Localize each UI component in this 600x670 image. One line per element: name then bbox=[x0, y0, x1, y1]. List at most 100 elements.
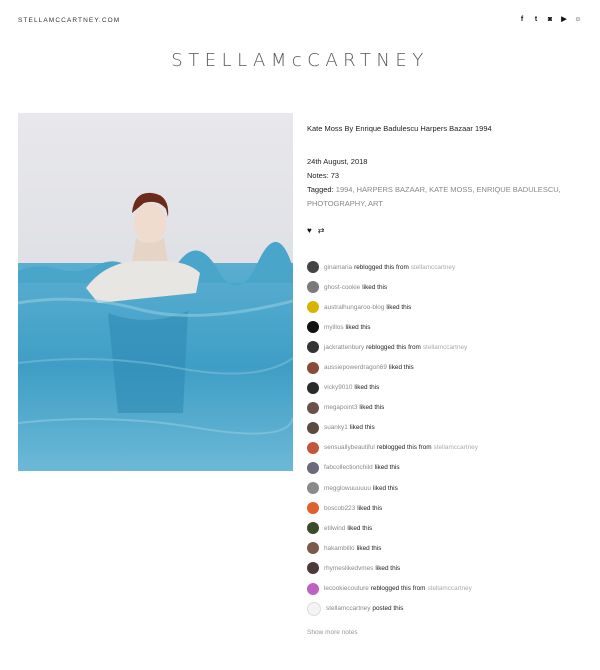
note-username[interactable]: aussiepowerdragon69 bbox=[324, 364, 387, 371]
avatar[interactable] bbox=[307, 582, 319, 595]
note-action: liked this bbox=[374, 464, 400, 472]
note-username[interactable]: ghost-cookie bbox=[324, 284, 360, 291]
note-item: aussiepowerdragon69 liked this bbox=[307, 357, 587, 377]
post-info: Kate Moss By Enrique Badulescu Harpers B… bbox=[307, 124, 587, 636]
note-username[interactable]: fabcollectionchild bbox=[324, 464, 373, 471]
note-username[interactable]: lecookiecouture bbox=[324, 585, 369, 592]
note-username[interactable]: stellamccartney bbox=[326, 605, 370, 612]
note-item: sensuallybeautiful reblogged this from ste… bbox=[307, 438, 587, 458]
note-username[interactable]: ginamaria bbox=[324, 264, 352, 271]
note-username[interactable]: suanky1 bbox=[324, 424, 348, 431]
note-username[interactable]: rhymeslikedvmes bbox=[324, 565, 373, 572]
note-action: liked this bbox=[362, 283, 388, 291]
avatar[interactable] bbox=[307, 281, 319, 294]
note-source[interactable]: stellamccartney bbox=[427, 585, 471, 592]
note-item: ghost-cookie liked this bbox=[307, 277, 587, 297]
note-item: vicky9010 liked this bbox=[307, 378, 587, 398]
note-action: liked this bbox=[347, 524, 373, 532]
youtube-icon[interactable]: ▶ bbox=[560, 15, 568, 23]
avatar[interactable] bbox=[307, 421, 319, 434]
avatar[interactable] bbox=[307, 482, 319, 495]
avatar[interactable] bbox=[307, 261, 319, 274]
note-action: liked this bbox=[359, 404, 385, 412]
reblog-icon[interactable]: ⇄ bbox=[318, 226, 325, 235]
note-action: liked this bbox=[345, 323, 371, 331]
tag-link[interactable]: KATE MOSS bbox=[429, 185, 472, 194]
note-username[interactable]: megglowuuuuuu bbox=[324, 485, 371, 492]
avatar[interactable] bbox=[307, 301, 319, 314]
avatar[interactable] bbox=[307, 361, 319, 374]
heart-icon[interactable]: ♥ bbox=[307, 226, 312, 235]
avatar[interactable] bbox=[307, 502, 319, 515]
avatar[interactable] bbox=[307, 601, 321, 616]
note-item: lecookiecouture reblogged this from stella… bbox=[307, 579, 587, 599]
social-links: f t ◙ ▶ ☺ bbox=[518, 15, 582, 24]
note-item: myillos liked this bbox=[307, 317, 587, 337]
note-item: australhungaroo-blog liked this bbox=[307, 297, 587, 317]
note-action: liked this bbox=[354, 384, 380, 392]
instagram-icon[interactable]: ◙ bbox=[546, 15, 554, 23]
note-item: megglowuuuuuu liked this bbox=[307, 478, 587, 498]
note-action: liked this bbox=[372, 484, 398, 492]
note-username[interactable]: myillos bbox=[324, 324, 344, 331]
note-username[interactable]: australhungaroo-blog bbox=[324, 304, 384, 311]
avatar[interactable] bbox=[307, 562, 319, 575]
note-username[interactable]: vicky9010 bbox=[324, 384, 352, 391]
note-action: reblogged this from bbox=[366, 343, 421, 351]
note-action: liked this bbox=[375, 564, 401, 572]
note-item: rhymeslikedvmes liked this bbox=[307, 558, 587, 578]
post-date: 24th August, 2018 bbox=[307, 157, 368, 166]
note-item: stellamccartney posted this bbox=[307, 599, 587, 619]
note-action: reblogged this from bbox=[376, 444, 432, 452]
snapchat-icon[interactable]: ☺ bbox=[574, 15, 582, 23]
note-action: reblogged this from bbox=[354, 263, 409, 271]
tag-link[interactable]: PHOTOGRAPHY bbox=[307, 199, 364, 208]
note-username[interactable]: etilwind bbox=[324, 525, 345, 532]
note-action: liked this bbox=[356, 544, 382, 552]
show-more-notes-button[interactable]: Show more notes bbox=[307, 629, 587, 636]
note-action: posted this bbox=[372, 605, 404, 613]
twitter-icon[interactable]: t bbox=[532, 15, 540, 23]
note-item: etilwind liked this bbox=[307, 518, 587, 538]
tag-list: Tagged: 1994, HARPERS BAZAAR, KATE MOSS,… bbox=[307, 185, 561, 208]
avatar[interactable] bbox=[307, 401, 319, 414]
avatar[interactable] bbox=[307, 341, 319, 354]
avatar[interactable] bbox=[307, 381, 319, 394]
tagged-label: Tagged: bbox=[307, 185, 336, 194]
post-photo bbox=[18, 113, 293, 471]
note-item: jackrattenbury reblogged this from stellam… bbox=[307, 337, 587, 357]
note-item: hakambillo liked this bbox=[307, 538, 587, 558]
note-item: suanky1 liked this bbox=[307, 418, 587, 438]
tag-link[interactable]: ENRIQUE BADULESCU bbox=[477, 185, 559, 194]
brand-logo[interactable]: STELLAMcCARTNEY bbox=[0, 50, 600, 71]
notes-count: Notes: 73 bbox=[307, 171, 340, 180]
note-username[interactable]: jackrattenbury bbox=[324, 344, 364, 351]
note-action: liked this bbox=[388, 364, 414, 372]
tag-link[interactable]: HARPERS BAZAAR bbox=[357, 185, 425, 194]
avatar[interactable] bbox=[307, 321, 319, 334]
note-action: liked this bbox=[386, 303, 412, 311]
avatar[interactable] bbox=[307, 461, 319, 474]
note-username[interactable]: hakambillo bbox=[324, 545, 355, 552]
avatar[interactable] bbox=[307, 542, 319, 555]
note-username[interactable]: sensuallybeautiful bbox=[324, 444, 375, 451]
note-username[interactable]: boscob223 bbox=[324, 505, 355, 512]
note-action: liked this bbox=[349, 424, 375, 432]
note-item: boscob223 liked this bbox=[307, 498, 587, 518]
avatar[interactable] bbox=[307, 441, 319, 454]
note-source[interactable]: stellamccartney bbox=[411, 264, 455, 271]
note-action: reblogged this from bbox=[370, 585, 426, 593]
note-source[interactable]: stellamccartney bbox=[423, 344, 467, 351]
note-source[interactable]: stellamccartney bbox=[434, 444, 478, 451]
tag-link[interactable]: ART bbox=[368, 199, 383, 208]
note-username[interactable]: megapoint3 bbox=[324, 404, 357, 411]
note-item: fabcollectionchild liked this bbox=[307, 458, 587, 478]
note-action: liked this bbox=[357, 504, 383, 512]
post-caption: Kate Moss By Enrique Badulescu Harpers B… bbox=[307, 124, 492, 133]
avatar[interactable] bbox=[307, 522, 319, 535]
site-link[interactable]: STELLAMCCARTNEY.COM bbox=[18, 17, 120, 24]
facebook-icon[interactable]: f bbox=[518, 15, 526, 23]
tag-link[interactable]: 1994 bbox=[336, 185, 353, 194]
note-item: megapoint3 liked this bbox=[307, 398, 587, 418]
note-item: ginamaria reblogged this from stellamccart… bbox=[307, 257, 587, 277]
